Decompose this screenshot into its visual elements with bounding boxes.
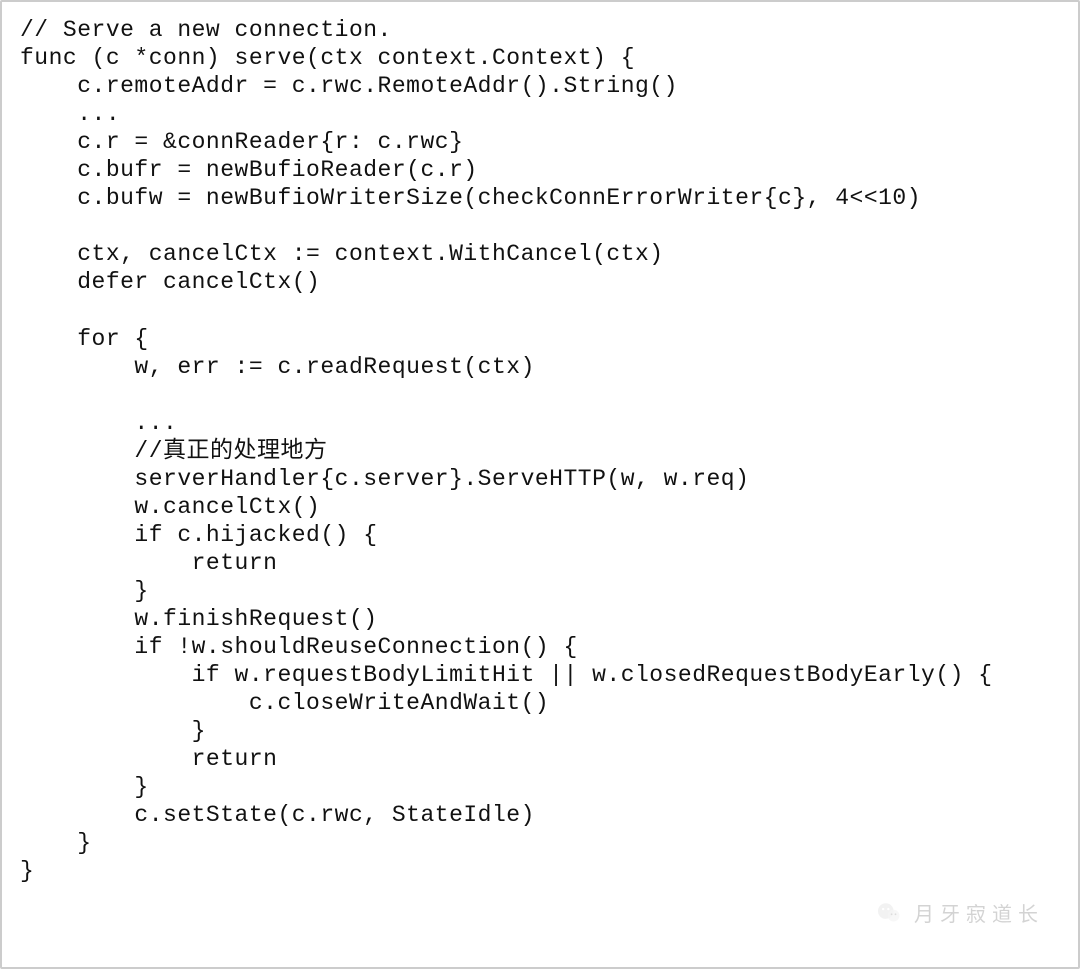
code-block: // Serve a new connection. func (c *conn… — [20, 16, 1060, 885]
wechat-icon — [876, 900, 902, 926]
code-frame: // Serve a new connection. func (c *conn… — [0, 0, 1080, 969]
watermark: 月牙寂道长 — [876, 898, 1044, 927]
watermark-text: 月牙寂道长 — [914, 898, 1044, 927]
